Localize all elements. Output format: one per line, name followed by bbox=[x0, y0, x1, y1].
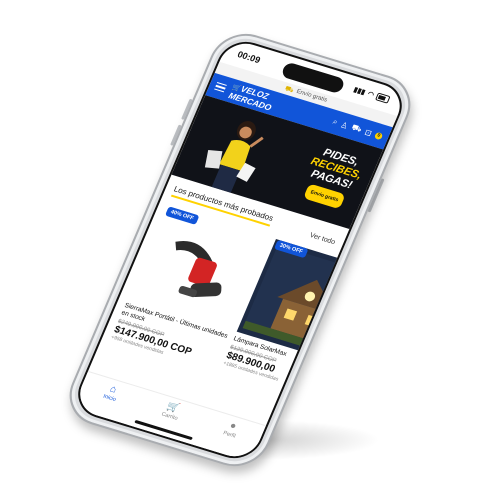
menu-icon[interactable] bbox=[214, 81, 227, 93]
user-icon: ● bbox=[227, 420, 239, 433]
wifi-icon: ◠ bbox=[366, 90, 375, 100]
tab-profile-label: Perfil bbox=[222, 430, 237, 440]
banner-headline: PIDES, RECIBES, PAGAS! Envío gratis bbox=[296, 144, 368, 211]
phone-mockup: 00:09 ▮▮▮ ◠ ⛟ Envío gratis 🛒VELOZ MERCAD… bbox=[58, 25, 422, 475]
cart-icon[interactable]: ⊡ bbox=[363, 127, 373, 137]
battery-icon bbox=[375, 92, 391, 104]
search-icon[interactable]: ⌕ bbox=[331, 117, 339, 128]
chainsaw-icon bbox=[175, 241, 222, 298]
phone-screen: 00:09 ▮▮▮ ◠ ⛟ Envío gratis 🛒VELOZ MERCAD… bbox=[69, 35, 411, 465]
tab-cart[interactable]: 🛒 Carrito bbox=[160, 401, 182, 422]
shopper-woman-illustration bbox=[204, 121, 264, 193]
status-icons: ▮▮▮ ◠ bbox=[352, 86, 391, 104]
stage: 00:09 ▮▮▮ ◠ ⛟ Envío gratis 🛒VELOZ MERCAD… bbox=[0, 0, 500, 500]
tab-profile[interactable]: ● Perfil bbox=[222, 420, 241, 439]
signal-icon: ▮▮▮ bbox=[352, 86, 367, 97]
status-time: 00:09 bbox=[235, 49, 262, 66]
truck-icon[interactable]: ⛟ bbox=[350, 123, 363, 135]
user-icon[interactable]: ♙ bbox=[339, 120, 349, 130]
home-icon: ⌂ bbox=[108, 383, 119, 396]
see-all-link[interactable]: Ver todo bbox=[309, 232, 337, 246]
tab-home[interactable]: ⌂ Inicio bbox=[102, 383, 121, 403]
truck-icon: ⛟ bbox=[283, 84, 296, 94]
cart-badge: 0 bbox=[374, 131, 384, 140]
tab-home-label: Inicio bbox=[102, 393, 117, 403]
